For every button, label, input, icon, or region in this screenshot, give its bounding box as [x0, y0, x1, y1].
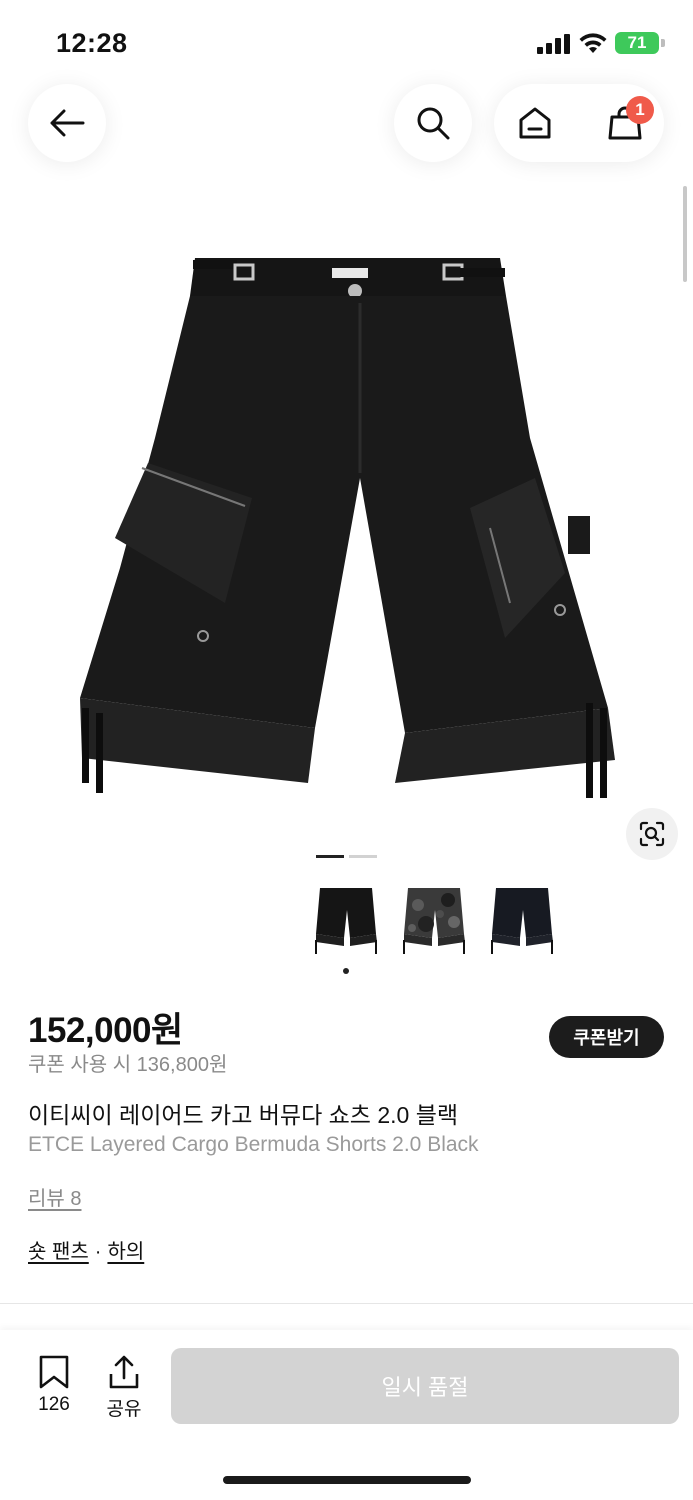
thumbnail-navy[interactable]	[486, 880, 560, 962]
gallery-pager-inactive	[349, 855, 377, 858]
selected-thumbnail-indicator	[343, 968, 349, 974]
category-link-bottoms[interactable]: 하의	[107, 1241, 144, 1263]
status-bar: 12:28 71	[0, 0, 693, 86]
category-separator: ·	[94, 1241, 102, 1263]
battery-icon: 71	[615, 32, 659, 54]
bookmark-icon	[39, 1355, 69, 1389]
thumbnail-black[interactable]	[310, 880, 384, 962]
category-breadcrumb: 숏 팬츠 · 하의	[28, 1235, 144, 1264]
lens-scan-icon	[639, 821, 665, 847]
gallery-pager-active	[316, 855, 344, 858]
share-button[interactable]: 공유	[98, 1354, 150, 1424]
image-search-button[interactable]	[626, 808, 678, 860]
product-title-english: ETCE Layered Cargo Bermuda Shorts 2.0 Bl…	[28, 1133, 479, 1156]
home-button[interactable]	[504, 92, 566, 154]
thumbnail-camo[interactable]	[398, 880, 472, 962]
coupon-price: 쿠폰 사용 시 136,800원	[28, 1054, 228, 1076]
home-icon	[519, 107, 551, 139]
reviews-link[interactable]: 리뷰 8	[28, 1182, 81, 1211]
category-link-short-pants[interactable]: 숏 팬츠	[28, 1241, 89, 1263]
section-divider	[0, 1303, 693, 1304]
battery-tip	[661, 39, 665, 47]
share-label: 공유	[106, 1399, 142, 1420]
product-main-image[interactable]	[60, 238, 640, 813]
back-button[interactable]	[28, 84, 106, 162]
share-icon	[109, 1355, 139, 1389]
product-title-korean: 이티씨이 레이어드 카고 버뮤다 쇼츠 2.0 블랙	[28, 1102, 459, 1128]
get-coupon-button[interactable]: 쿠폰받기	[549, 1016, 664, 1058]
home-indicator	[223, 1476, 471, 1484]
battery-level: 71	[627, 33, 647, 52]
search-button[interactable]	[394, 84, 472, 162]
cart-count-badge: 1	[626, 96, 654, 124]
search-icon	[417, 107, 450, 140]
bottom-action-bar: 126 공유 일시 품절	[0, 1330, 693, 1500]
scroll-indicator	[683, 186, 687, 282]
save-count: 126	[38, 1394, 70, 1415]
arrow-left-icon	[50, 109, 85, 137]
home-cart-group: 1	[494, 84, 664, 162]
status-time: 12:28	[56, 28, 128, 58]
save-button[interactable]: 126	[28, 1354, 80, 1424]
sold-out-button[interactable]: 일시 품절	[171, 1348, 679, 1424]
cellular-signal-icon	[537, 34, 570, 54]
wifi-icon	[579, 33, 607, 53]
product-price: 152,000원	[28, 1011, 183, 1050]
